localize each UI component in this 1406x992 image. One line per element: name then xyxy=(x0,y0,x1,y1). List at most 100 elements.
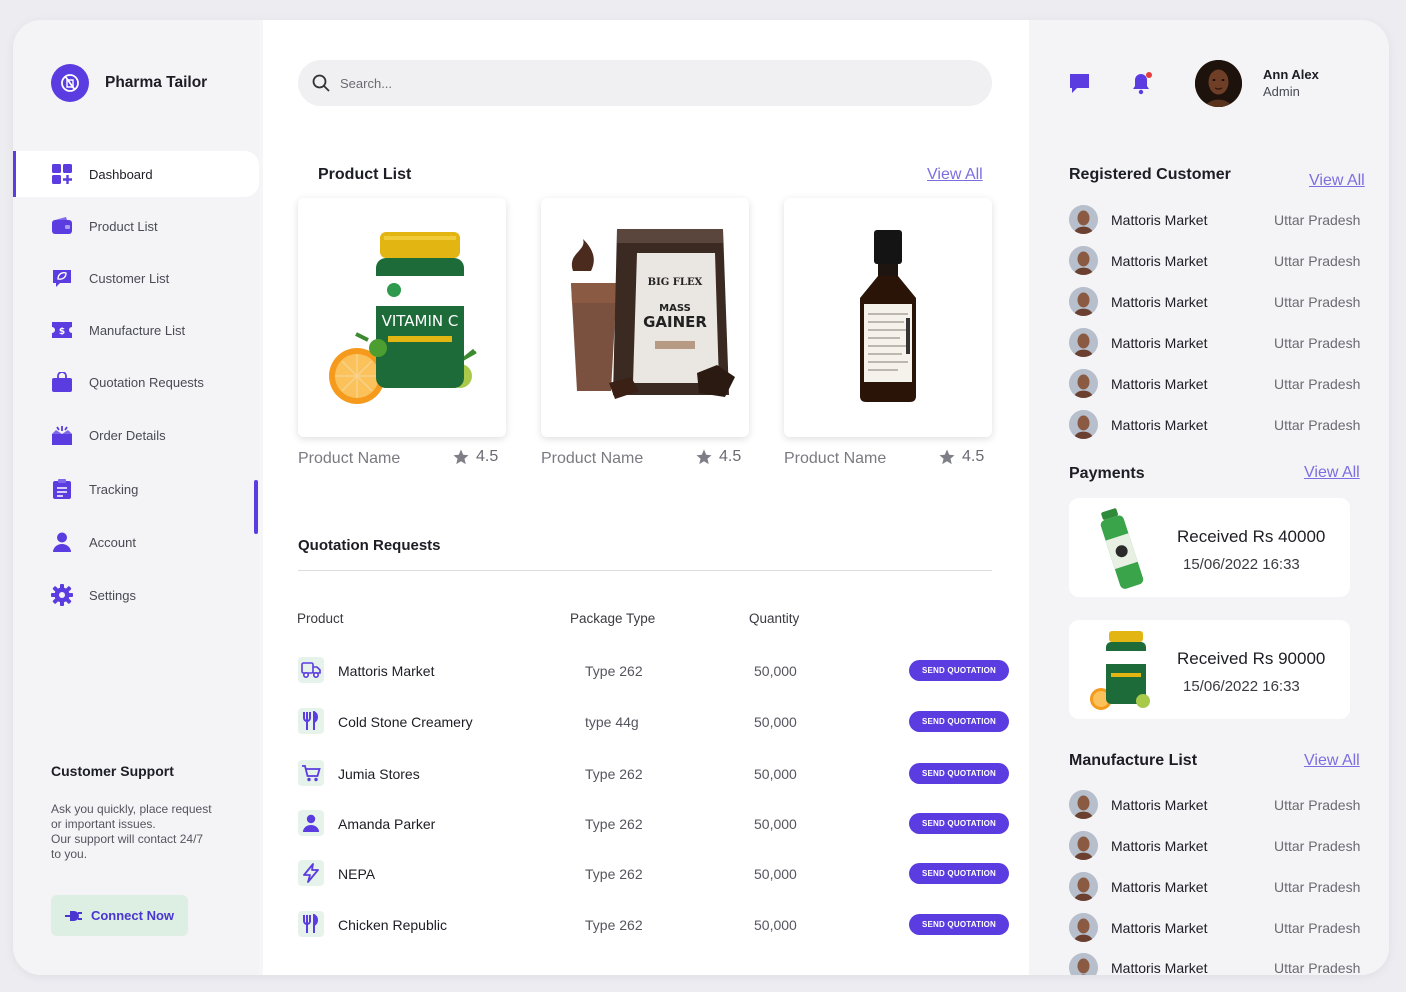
customer-name: Mattoris Market xyxy=(1111,417,1208,433)
send-quotation-button[interactable]: SEND QUOTATION xyxy=(909,763,1009,784)
support-text-line: or important issues. xyxy=(51,817,156,831)
send-quotation-button[interactable]: SEND QUOTATION xyxy=(909,711,1009,732)
sidebar-item-order-details[interactable]: Order Details xyxy=(13,412,259,458)
row-quantity: 50,000 xyxy=(754,663,797,679)
send-quotation-button[interactable]: SEND QUOTATION xyxy=(909,660,1009,681)
customer-name: Mattoris Market xyxy=(1111,212,1208,228)
sidebar-item-manufacture-list[interactable]: $ Manufacture List xyxy=(13,307,259,353)
list-item[interactable]: Mattoris Market Uttar Pradesh xyxy=(1069,205,1369,235)
product-name[interactable]: Product Name xyxy=(784,450,886,468)
search-bar[interactable] xyxy=(298,60,992,106)
sidebar-item-label: Order Details xyxy=(89,427,166,443)
vitamin-c-jar-image xyxy=(1089,628,1155,714)
support-text-line: Ask you quickly, place request xyxy=(51,802,212,816)
connect-now-button[interactable]: Connect Now xyxy=(51,895,188,936)
payment-amount: Received Rs 40000 xyxy=(1177,527,1326,546)
support-title: Customer Support xyxy=(51,763,174,779)
manufacturer-location: Uttar Pradesh xyxy=(1274,879,1361,895)
sidebar-item-label: Dashboard xyxy=(89,166,153,182)
avatar xyxy=(1069,790,1098,819)
send-quotation-button[interactable]: SEND QUOTATION xyxy=(909,914,1009,935)
sidebar-item-dashboard[interactable]: Dashboard xyxy=(13,151,259,197)
list-item[interactable]: Mattoris Market Uttar Pradesh xyxy=(1069,913,1369,943)
person-icon xyxy=(298,810,324,836)
list-item[interactable]: Mattoris Market Uttar Pradesh xyxy=(1069,831,1369,861)
sidebar-item-product-list[interactable]: Product List xyxy=(13,203,259,249)
sidebar-item-account[interactable]: Account xyxy=(13,519,259,565)
manufacturer-location: Uttar Pradesh xyxy=(1274,797,1361,813)
manufacturer-location: Uttar Pradesh xyxy=(1274,960,1361,975)
row-quantity: 50,000 xyxy=(754,816,797,832)
user-icon xyxy=(51,531,73,553)
list-item[interactable]: Mattoris Market Uttar Pradesh xyxy=(1069,872,1369,902)
avatar xyxy=(1069,831,1098,860)
list-item[interactable]: Mattoris Market Uttar Pradesh xyxy=(1069,328,1369,358)
registered-customer-view-all-link[interactable]: View All xyxy=(1309,172,1365,190)
sidebar-item-label: Account xyxy=(89,534,136,550)
sidebar-item-quotation-requests[interactable]: Quotation Requests xyxy=(13,359,259,405)
product-rating: 4.5 xyxy=(452,448,498,466)
syrup-bottle-image xyxy=(860,229,916,402)
table-row: Mattoris Market Type 262 50,000 SEND QUO… xyxy=(298,657,1010,687)
product-card[interactable]: BIG FLEX MASS GAINER xyxy=(541,198,749,437)
notification-bell-icon[interactable] xyxy=(1130,71,1154,100)
manufacturer-name: Mattoris Market xyxy=(1111,879,1208,895)
manufacturer-location: Uttar Pradesh xyxy=(1274,920,1361,936)
send-quotation-button[interactable]: SEND QUOTATION xyxy=(909,813,1009,834)
product-card[interactable] xyxy=(784,198,992,437)
manufacture-list-view-all-link[interactable]: View All xyxy=(1304,752,1360,770)
row-product-name: Mattoris Market xyxy=(338,663,435,679)
manufacturer-name: Mattoris Market xyxy=(1111,838,1208,854)
list-item[interactable]: Mattoris Market Uttar Pradesh xyxy=(1069,246,1369,276)
list-item[interactable]: Mattoris Market Uttar Pradesh xyxy=(1069,410,1369,440)
plug-icon xyxy=(64,910,82,921)
customer-name: Mattoris Market xyxy=(1111,253,1208,269)
svg-text:$: $ xyxy=(59,327,65,337)
list-item[interactable]: Mattoris Market Uttar Pradesh xyxy=(1069,790,1369,820)
list-item[interactable]: Mattoris Market Uttar Pradesh xyxy=(1069,287,1369,317)
table-row: Jumia Stores Type 262 50,000 SEND QUOTAT… xyxy=(298,760,1010,790)
list-item[interactable]: Mattoris Market Uttar Pradesh xyxy=(1069,369,1369,399)
clipboard-icon xyxy=(51,478,73,500)
sidebar-item-customer-list[interactable]: Customer List xyxy=(13,255,259,301)
star-icon xyxy=(696,449,712,465)
green-spray-can-image xyxy=(1089,506,1155,592)
customer-location: Uttar Pradesh xyxy=(1274,253,1361,269)
rating-value: 4.5 xyxy=(719,448,742,465)
app-window: Pharma Tailor Dashboard Product List Cus… xyxy=(13,20,1389,975)
payments-view-all-link[interactable]: View All xyxy=(1304,464,1360,482)
restaurant-icon xyxy=(298,708,324,734)
row-quantity: 50,000 xyxy=(754,917,797,933)
payment-card[interactable]: Received Rs 40000 15/06/2022 16:33 xyxy=(1069,498,1350,597)
user-avatar[interactable] xyxy=(1195,60,1242,107)
chat-icon[interactable] xyxy=(1069,73,1090,99)
manufacturer-name: Mattoris Market xyxy=(1111,960,1208,975)
sidebar-item-label: Product List xyxy=(89,218,158,234)
sidebar-item-settings[interactable]: Settings xyxy=(13,572,259,618)
row-package-type: Type 262 xyxy=(585,663,643,679)
sidebar-scrollbar[interactable] xyxy=(254,480,258,534)
rating-value: 4.5 xyxy=(476,448,499,465)
star-icon xyxy=(453,449,469,465)
brand[interactable]: Pharma Tailor xyxy=(51,64,207,102)
product-name[interactable]: Product Name xyxy=(298,450,400,468)
payment-card[interactable]: Received Rs 90000 15/06/2022 16:33 xyxy=(1069,620,1350,719)
avatar xyxy=(1069,205,1098,234)
row-package-type: type 44g xyxy=(585,714,639,730)
table-row: NEPA Type 262 50,000 SEND QUOTATION xyxy=(298,860,1010,890)
list-item[interactable]: Mattoris Market Uttar Pradesh xyxy=(1069,953,1369,975)
support-text: Ask you quickly, place request or import… xyxy=(51,802,241,862)
row-quantity: 50,000 xyxy=(754,766,797,782)
payment-date: 15/06/2022 16:33 xyxy=(1183,678,1300,695)
row-quantity: 50,000 xyxy=(754,866,797,882)
dashboard-icon xyxy=(51,163,73,185)
product-list-view-all-link[interactable]: View All xyxy=(927,166,983,184)
sidebar-item-tracking[interactable]: Tracking xyxy=(13,466,259,512)
search-input[interactable] xyxy=(340,75,940,91)
send-quotation-button[interactable]: SEND QUOTATION xyxy=(909,863,1009,884)
product-card[interactable]: VITAMIN C xyxy=(298,198,506,437)
manufacturer-name: Mattoris Market xyxy=(1111,797,1208,813)
product-name[interactable]: Product Name xyxy=(541,450,643,468)
sidebar-item-label: Manufacture List xyxy=(89,322,186,338)
registered-customer-title: Registered Customer xyxy=(1069,166,1231,183)
